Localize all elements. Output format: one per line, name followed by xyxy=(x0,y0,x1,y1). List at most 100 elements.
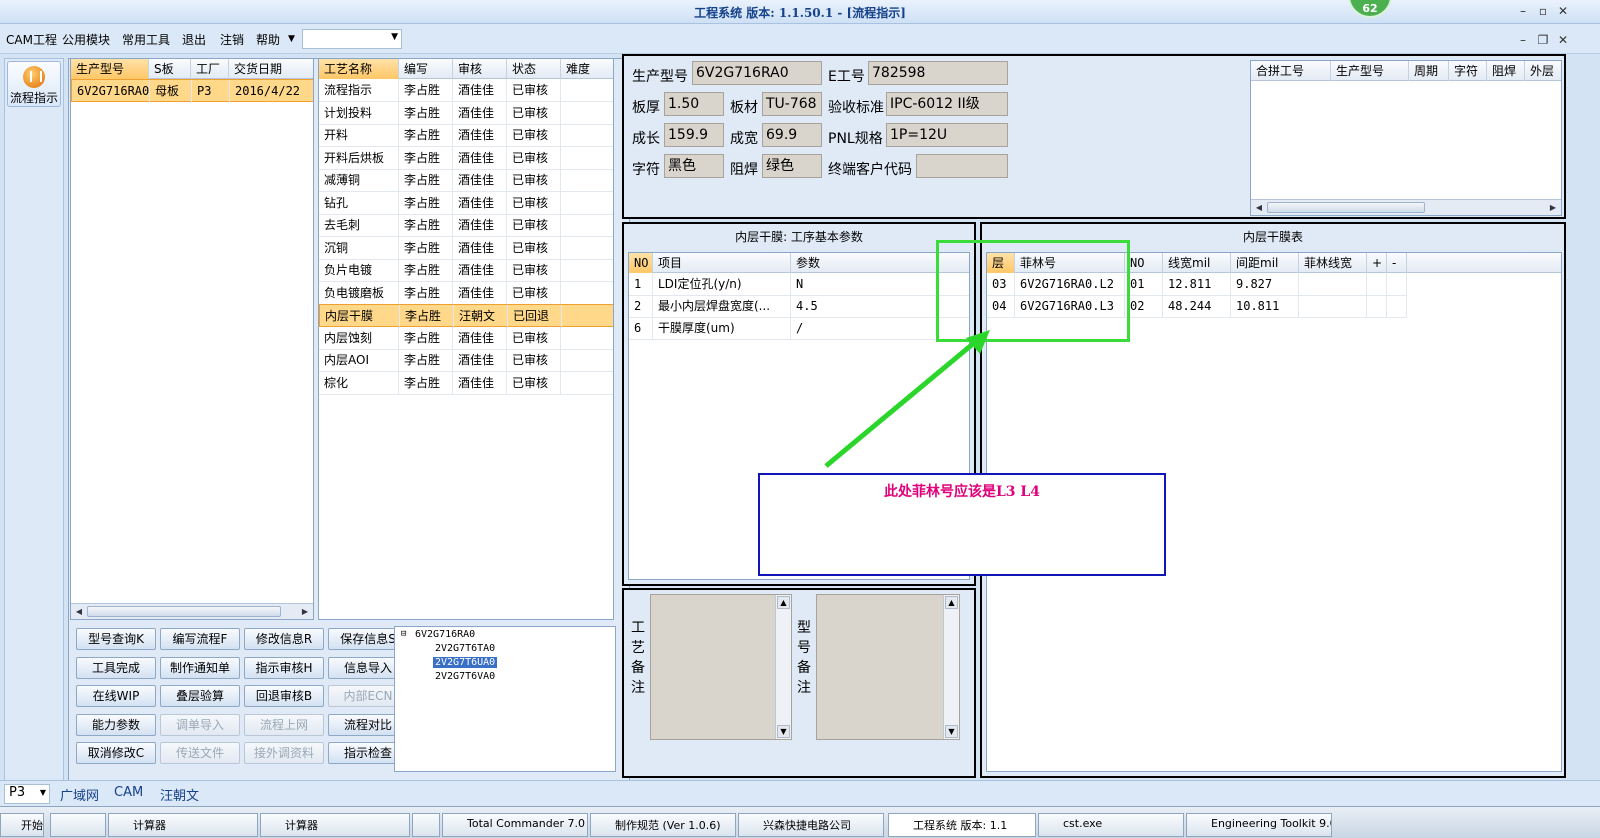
col-author[interactable]: 编写 xyxy=(399,59,453,79)
action-button[interactable]: 工具完成 xyxy=(76,656,156,679)
params-row[interactable]: 2 最小内层焊盘宽度(... 4.5 xyxy=(629,295,969,318)
scroll-down-icon[interactable]: ▼ xyxy=(777,725,790,738)
action-button[interactable]: 在线WIP xyxy=(76,685,156,708)
field-silk[interactable]: 黑色 xyxy=(664,154,724,178)
col-film-seq[interactable]: NO xyxy=(1125,253,1163,273)
field-mask[interactable]: 绿色 xyxy=(762,154,822,178)
maximize-icon[interactable]: ▫ xyxy=(1534,3,1552,19)
flow-indicator-button[interactable]: 流程指示 xyxy=(7,61,61,107)
field-end-customer[interactable] xyxy=(916,154,1008,178)
col-model[interactable]: 生产型号 xyxy=(71,59,149,79)
scroll-thumb[interactable] xyxy=(1267,202,1425,213)
tree-node[interactable]: 2V2G7T6VA0 xyxy=(435,671,495,682)
scroll-left-icon[interactable]: ◀ xyxy=(73,606,85,617)
col-process-name[interactable]: 工艺名称 xyxy=(319,59,399,79)
menu-exit[interactable]: 退出 xyxy=(182,31,206,48)
scroll-up-icon[interactable]: ▲ xyxy=(777,596,790,609)
col-delivery[interactable]: 交货日期 xyxy=(229,59,313,79)
process-row[interactable]: 开料后烘板 李占胜 酒佳佳 已审核 xyxy=(319,146,613,170)
tree-root[interactable]: 6V2G716RA0 xyxy=(415,629,475,640)
process-row[interactable]: 减薄铜 李占胜 酒佳佳 已审核 xyxy=(319,169,613,192)
col-params-no[interactable]: NO xyxy=(629,253,653,273)
col-film-spacing[interactable]: 间距mil xyxy=(1231,253,1299,273)
col-merge-silk[interactable]: 字符 xyxy=(1449,61,1487,81)
scroll-down-icon[interactable]: ▼ xyxy=(945,725,958,738)
start-button[interactable]: 开始 xyxy=(0,813,44,837)
process-row[interactable]: 内层蚀刻 李占胜 酒佳佳 已审核 xyxy=(319,326,613,350)
action-button[interactable]: 叠层验算 xyxy=(160,685,240,708)
process-note-vscroll[interactable]: ▲ ▼ xyxy=(775,595,791,739)
field-material[interactable]: TU-768 xyxy=(762,92,822,116)
field-thickness[interactable]: 1.50 xyxy=(664,92,724,116)
process-row[interactable]: 流程指示 李占胜 酒佳佳 已审核 xyxy=(319,79,613,102)
process-note-field[interactable]: ▲ ▼ xyxy=(650,594,792,740)
scroll-right-icon[interactable]: ▶ xyxy=(1547,202,1559,213)
action-button[interactable]: 接外调资料 xyxy=(244,742,324,765)
action-button[interactable]: 指示审核H xyxy=(244,656,324,679)
taskbar-calculator[interactable]: 计算器 xyxy=(108,813,258,837)
action-button[interactable]: 调单导入 xyxy=(160,713,240,736)
process-row[interactable]: 内层AOI 李占胜 酒佳佳 已审核 xyxy=(319,349,613,372)
help-dropdown-icon[interactable]: ▼ xyxy=(288,34,295,44)
action-button[interactable]: 修改信息R xyxy=(244,628,324,650)
action-button[interactable]: 流程上网 xyxy=(244,713,324,736)
field-model[interactable]: 6V2G716RA0 xyxy=(692,61,822,85)
action-button[interactable]: 型号查询K xyxy=(76,628,156,650)
action-button[interactable]: 回退审核B xyxy=(244,685,324,708)
process-row[interactable]: 内层干膜 李占胜 汪朝文 已回退 xyxy=(319,304,613,328)
taskbar-item[interactable] xyxy=(412,813,440,837)
model-note-field[interactable]: ▲ ▼ xyxy=(816,594,960,740)
col-film-linewidth[interactable]: 线宽mil xyxy=(1163,253,1231,273)
action-button[interactable]: 传送文件 xyxy=(160,742,240,765)
menu-help[interactable]: 帮助 xyxy=(256,31,280,48)
col-merge-model[interactable]: 生产型号 xyxy=(1331,61,1409,81)
mdi-restore-icon[interactable]: ❐ xyxy=(1534,32,1552,48)
process-row[interactable]: 计划投料 李占胜 酒佳佳 已审核 xyxy=(319,101,613,125)
taskbar-calculator[interactable]: 计算器 xyxy=(260,813,410,837)
process-row[interactable]: 去毛刺 李占胜 酒佳佳 已审核 xyxy=(319,214,613,237)
model-note-vscroll[interactable]: ▲ ▼ xyxy=(943,595,959,739)
col-difficulty[interactable]: 难度 xyxy=(561,59,613,79)
close-icon[interactable]: ✕ xyxy=(1554,3,1572,19)
tree-collapse-icon[interactable]: ⊟ xyxy=(401,629,406,639)
process-row[interactable]: 沉铜 李占胜 酒佳佳 已审核 xyxy=(319,236,613,260)
process-row[interactable]: 棕化 李占胜 酒佳佳 已审核 xyxy=(319,371,613,395)
action-button[interactable]: 编写流程F xyxy=(160,628,240,650)
minimize-icon[interactable]: – xyxy=(1514,3,1532,19)
taskbar-toolkit[interactable]: Engineering Toolkit 9.0 xyxy=(1186,813,1332,837)
add-column-button[interactable]: + xyxy=(1367,253,1387,273)
col-params-item[interactable]: 项目 xyxy=(653,253,791,273)
process-row[interactable]: 钻孔 李占胜 酒佳佳 已审核 xyxy=(319,191,613,215)
field-width[interactable]: 69.9 xyxy=(762,123,822,147)
taskbar-item[interactable] xyxy=(50,813,106,837)
field-standard[interactable]: IPC-6012 II级 xyxy=(886,92,1008,116)
menu-tools[interactable]: 常用工具 xyxy=(122,31,170,48)
orders-row[interactable]: 6V2G716RA0 母板 P3 2016/4/22 xyxy=(71,79,313,103)
taskbar-spec[interactable]: 制作规范 (Ver 1.0.6) xyxy=(590,813,736,837)
col-merge-mask[interactable]: 阻焊 xyxy=(1487,61,1525,81)
field-eno[interactable]: 782598 xyxy=(868,61,1008,85)
process-row[interactable]: 负片电镀 李占胜 酒佳佳 已审核 xyxy=(319,259,613,282)
field-pnl[interactable]: 1P=12U xyxy=(886,123,1008,147)
taskbar-engineering-system[interactable]: 工程系统 版本: 1.1 xyxy=(888,813,1036,837)
col-s-board[interactable]: S板 xyxy=(149,59,191,79)
remove-column-button[interactable]: - xyxy=(1387,253,1407,273)
process-row[interactable]: 负电镀磨板 李占胜 酒佳佳 已审核 xyxy=(319,281,613,305)
taskbar-total-commander[interactable]: Total Commander 7.0 xyxy=(442,813,588,837)
menu-cam[interactable]: CAM工程 xyxy=(6,31,57,48)
menu-logout[interactable]: 注销 xyxy=(220,31,244,48)
col-merge-no[interactable]: 合拼工号 xyxy=(1251,61,1331,81)
process-row[interactable]: 开料 李占胜 酒佳佳 已审核 xyxy=(319,124,613,147)
tree-node[interactable]: 2V2G7T6TA0 xyxy=(435,643,495,654)
scroll-left-icon[interactable]: ◀ xyxy=(1253,202,1265,213)
action-button[interactable]: 能力参数 xyxy=(76,713,156,736)
menu-combo[interactable]: ▼ xyxy=(302,29,402,49)
col-film-filmwidth[interactable]: 菲林线宽 xyxy=(1299,253,1367,273)
col-merge-cycle[interactable]: 周期 xyxy=(1409,61,1449,81)
action-button[interactable]: 取消修改C xyxy=(76,742,156,765)
col-reviewer[interactable]: 审核 xyxy=(453,59,507,79)
mdi-close-icon[interactable]: ✕ xyxy=(1554,32,1572,48)
col-merge-outer[interactable]: 外层 xyxy=(1525,61,1561,81)
taskbar-cst[interactable]: cst.exe xyxy=(1038,813,1184,837)
mdi-minimize-icon[interactable]: – xyxy=(1514,32,1532,48)
